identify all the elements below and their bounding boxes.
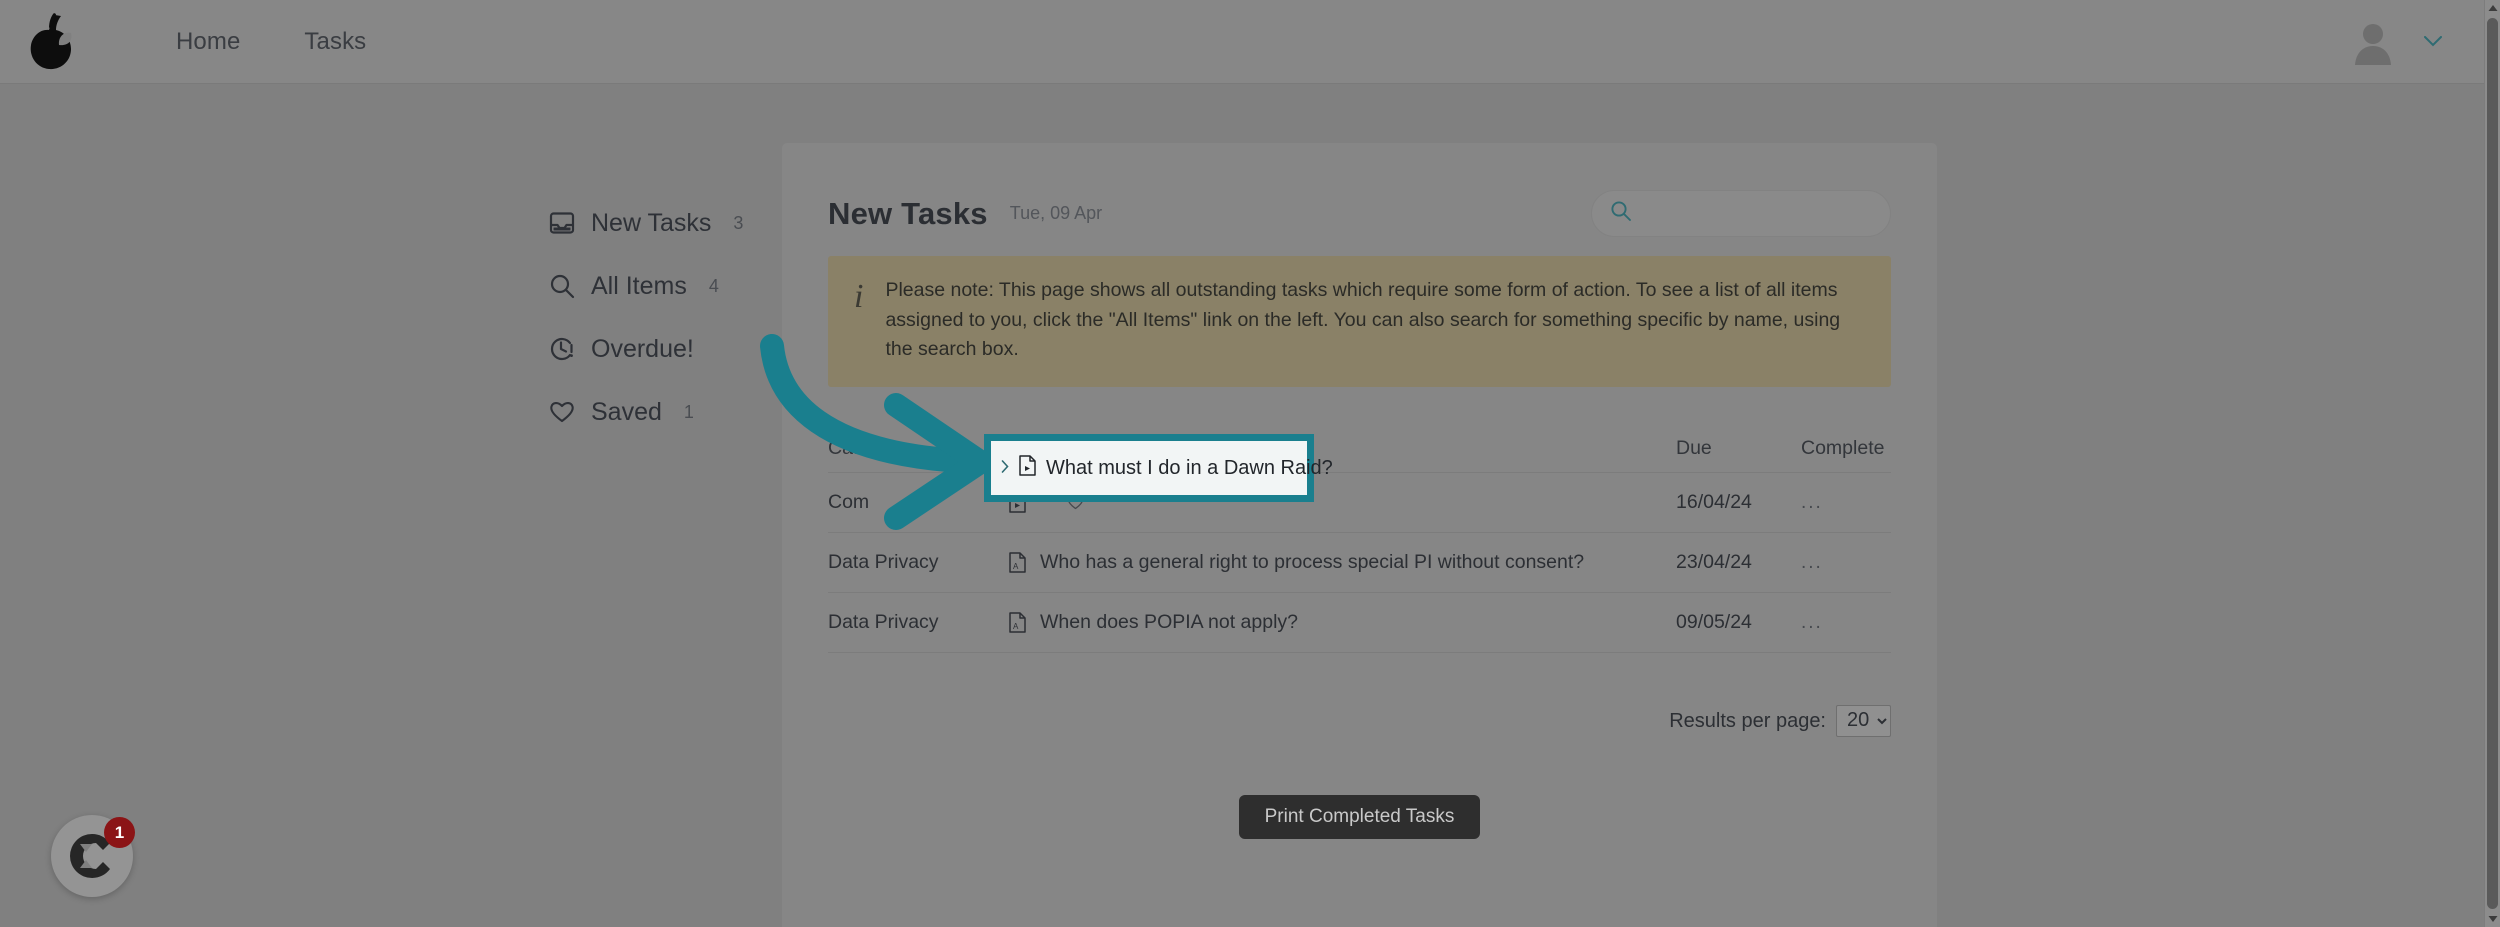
table-row[interactable]: Data Privacy A Who has a general right t… bbox=[828, 533, 1891, 593]
sidebar-label-saved: Saved bbox=[591, 397, 662, 426]
pdf-document-icon: A bbox=[1008, 611, 1027, 634]
cell-due: 09/05/24 bbox=[1676, 610, 1752, 633]
row-actions-ellipsis[interactable]: ... bbox=[1801, 612, 1823, 633]
scrollbar-thumb[interactable] bbox=[2487, 18, 2498, 909]
sidebar-label-new-tasks: New Tasks bbox=[591, 208, 712, 237]
pdf-document-icon: A bbox=[1008, 551, 1027, 574]
cell-due: 16/04/24 bbox=[1676, 490, 1752, 513]
search-icon bbox=[548, 273, 575, 300]
avatar-placeholder-icon[interactable] bbox=[2350, 19, 2396, 65]
chevron-down-icon[interactable] bbox=[2424, 33, 2442, 50]
page-body: New Tasks 3 All Items 4 Overdue! Saved 1… bbox=[0, 85, 2484, 927]
print-button-area: Print Completed Tasks bbox=[782, 794, 1937, 839]
sidebar-item-new-tasks[interactable]: New Tasks 3 bbox=[548, 206, 778, 240]
top-navigation-bar: Home Tasks bbox=[0, 0, 2484, 84]
row-actions-ellipsis[interactable]: ... bbox=[1801, 552, 1823, 573]
cell-name[interactable]: A When does POPIA not apply? bbox=[1008, 611, 1676, 634]
search-icon bbox=[1610, 200, 1632, 227]
inbox-icon bbox=[548, 210, 575, 237]
cell-complete-menu[interactable]: ... bbox=[1801, 493, 1891, 513]
tasks-card: New Tasks Tue, 09 Apr i Please note: Thi… bbox=[782, 143, 1937, 927]
sidebar-item-saved[interactable]: Saved 1 bbox=[548, 395, 778, 429]
cell-name-text: When does POPIA not apply? bbox=[1040, 610, 1298, 633]
document-icon bbox=[1019, 455, 1036, 481]
sidebar-label-all-items: All Items bbox=[591, 271, 687, 300]
svg-text:A: A bbox=[1013, 562, 1019, 571]
column-header-complete: Complete bbox=[1801, 436, 1885, 459]
heart-icon bbox=[548, 399, 575, 426]
cell-name-text: Who has a general right to process speci… bbox=[1040, 550, 1585, 573]
cell-category: Data Privacy bbox=[828, 610, 939, 633]
cell-complete-menu[interactable]: ... bbox=[1801, 613, 1891, 633]
annotation-highlight-box[interactable]: What must I do in a Dawn Raid? bbox=[984, 434, 1333, 502]
sidebar-count-all-items: 4 bbox=[708, 276, 719, 296]
cell-category: Data Privacy bbox=[828, 550, 939, 573]
search-input[interactable] bbox=[1644, 202, 1872, 224]
cell-due: 23/04/24 bbox=[1676, 550, 1752, 573]
table-row[interactable]: Data Privacy A When does POPIA not apply… bbox=[828, 593, 1891, 653]
clock-alert-icon bbox=[548, 336, 575, 363]
cell-name[interactable]: A Who has a general right to process spe… bbox=[1008, 551, 1676, 574]
nav-link-tasks[interactable]: Tasks bbox=[304, 29, 366, 54]
cell-category: Com bbox=[828, 490, 870, 513]
sidebar-item-overdue[interactable]: Overdue! bbox=[548, 332, 778, 366]
pear-logo-icon[interactable] bbox=[22, 11, 80, 73]
sidebar-label-overdue: Overdue! bbox=[591, 334, 694, 363]
column-header-category: Category bbox=[828, 436, 908, 459]
annotation-highlight-text: What must I do in a Dawn Raid? bbox=[1046, 457, 1333, 479]
sidebar-nav: New Tasks 3 All Items 4 Overdue! Saved 1 bbox=[548, 206, 778, 429]
info-banner-text: Please note: This page shows all outstan… bbox=[885, 279, 1841, 361]
results-per-page: Results per page: 20 bbox=[782, 704, 1891, 737]
current-date: Tue, 09 Apr bbox=[1009, 203, 1103, 223]
cell-complete-menu[interactable]: ... bbox=[1801, 553, 1891, 573]
info-icon: i bbox=[854, 278, 864, 315]
info-banner: i Please note: This page shows all outst… bbox=[828, 256, 1891, 387]
sidebar-count-saved: 1 bbox=[683, 402, 694, 422]
row-actions-ellipsis[interactable]: ... bbox=[1801, 492, 1823, 513]
search-box[interactable] bbox=[1591, 189, 1891, 237]
results-per-page-select[interactable]: 20 bbox=[1836, 704, 1891, 737]
top-nav-user-area bbox=[2350, 19, 2442, 65]
chat-widget[interactable]: 1 bbox=[51, 815, 135, 897]
chevron-right-icon bbox=[1001, 460, 1009, 476]
column-header-due: Due bbox=[1676, 436, 1712, 459]
page-title: New Tasks bbox=[828, 195, 988, 231]
top-nav-links: Home Tasks bbox=[176, 29, 366, 54]
print-completed-tasks-button[interactable]: Print Completed Tasks bbox=[1238, 794, 1481, 839]
svg-text:A: A bbox=[1013, 622, 1019, 631]
chat-unread-badge: 1 bbox=[104, 817, 135, 848]
results-per-page-label: Results per page: bbox=[1669, 709, 1826, 732]
scroll-up-arrow-icon[interactable] bbox=[2485, 0, 2500, 16]
vertical-scrollbar[interactable] bbox=[2484, 0, 2500, 927]
sidebar-count-new-tasks: 3 bbox=[733, 213, 744, 233]
sidebar-item-all-items[interactable]: All Items 4 bbox=[548, 269, 778, 303]
nav-link-home[interactable]: Home bbox=[176, 29, 240, 54]
card-header: New Tasks Tue, 09 Apr bbox=[782, 143, 1937, 239]
scroll-down-arrow-icon[interactable] bbox=[2485, 911, 2500, 927]
